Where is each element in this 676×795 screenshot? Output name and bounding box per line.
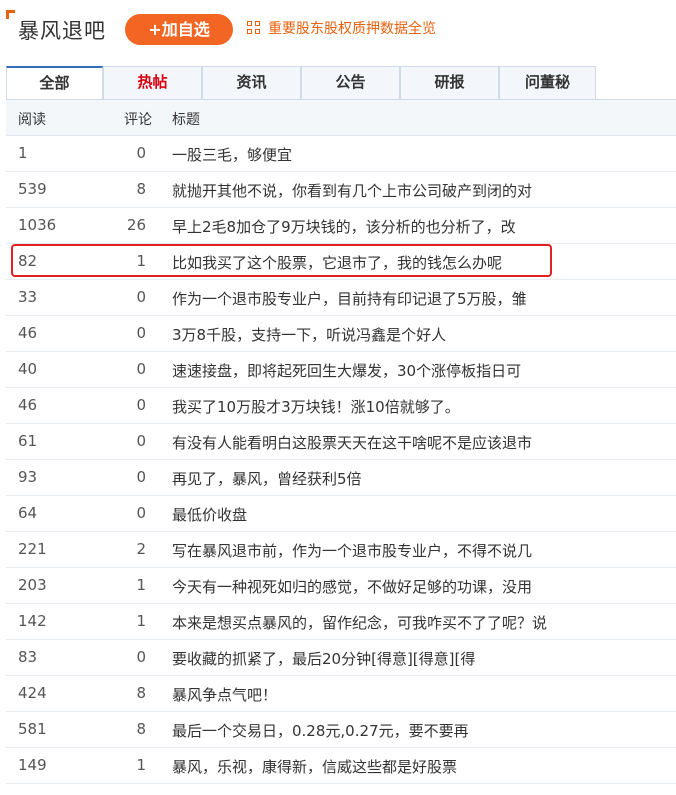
comment-count: 0 [136, 648, 146, 666]
post-title-link[interactable]: 写在暴风退市前，作为一个退市股专业户，不得不说几 [172, 540, 532, 561]
comment-count: 0 [136, 396, 146, 414]
tab-hot[interactable]: 热帖 [103, 66, 202, 100]
post-title-link[interactable]: 今天有一种视死如归的感觉，不做好足够的功课，没用 [172, 576, 532, 597]
post-title-link[interactable]: 最后一个交易日，0.28元,0.27元，要不要再 [172, 720, 469, 741]
tab-news[interactable]: 资讯 [202, 66, 301, 100]
column-comments[interactable]: 评论 [124, 109, 152, 129]
post-title-link[interactable]: 最低价收盘 [172, 504, 247, 525]
post-row[interactable]: 93 0 再见了，暴风，曾经获利5倍 [6, 460, 676, 496]
post-title-link[interactable]: 我买了10万股才3万块钱！涨10倍就够了。 [172, 396, 460, 417]
post-title-link[interactable]: 暴风，乐视，康得新，信威这些都是好股票 [172, 756, 457, 777]
read-count: 93 [18, 468, 38, 486]
read-count: 64 [18, 504, 38, 522]
read-count: 61 [18, 432, 38, 450]
forum-title: 暴风退吧 [18, 19, 106, 43]
post-row[interactable]: 61 0 有没有人能看明白这股票天天在这干啥呢不是应该退市 [6, 424, 676, 460]
read-count: 1036 [18, 216, 57, 234]
read-count: 203 [18, 576, 47, 594]
add-to-watchlist-button[interactable]: +加自选 [125, 14, 233, 45]
post-title-link[interactable]: 有没有人能看明白这股票天天在这干啥呢不是应该退市 [172, 432, 532, 453]
read-count: 40 [18, 360, 38, 378]
comment-count: 26 [126, 216, 146, 234]
post-row[interactable]: 33 0 作为一个退市股专业户，目前持有印记退了5万股，雏 [6, 280, 676, 316]
read-count: 46 [18, 324, 38, 342]
column-title: 标题 [172, 112, 200, 128]
comment-count: 1 [136, 612, 146, 630]
tab-research[interactable]: 研报 [400, 66, 499, 100]
tab-announcements[interactable]: 公告 [301, 66, 400, 100]
corner-accent [6, 10, 15, 19]
post-title-link[interactable]: 一股三毛，够便宜 [172, 144, 292, 165]
post-row[interactable]: 581 8 最后一个交易日，0.28元,0.27元，要不要再 [6, 712, 676, 748]
post-title-link[interactable]: 作为一个退市股专业户，目前持有印记退了5万股，雏 [172, 288, 527, 309]
post-row[interactable]: 149 1 暴风，乐视，康得新，信威这些都是好股票 [6, 748, 676, 784]
post-row[interactable]: 539 8 就抛开其他不说，你看到有几个上市公司破产到闭的对 [6, 172, 676, 208]
comment-count: 1 [136, 252, 146, 270]
post-row[interactable]: 82 1 比如我买了这个股票，它退市了，我的钱怎么办呢 [6, 244, 676, 280]
column-header: 阅读 评论 标题 [6, 100, 676, 136]
post-row[interactable]: 203 1 今天有一种视死如归的感觉，不做好足够的功课，没用 [6, 568, 676, 604]
post-title-link[interactable]: 比如我买了这个股票，它退市了，我的钱怎么办呢 [172, 252, 502, 273]
grid-icon [247, 21, 261, 35]
post-list: 1 0 一股三毛，够便宜 539 8 就抛开其他不说，你看到有几个上市公司破产到闭的对 10… [6, 136, 676, 784]
comment-count: 1 [136, 576, 146, 594]
post-title-link[interactable]: 本来是想买点暴风的，留作纪念，可我咋买不了了呢？说 [172, 612, 547, 633]
read-count: 33 [18, 288, 38, 306]
post-row[interactable]: 1036 26 早上2毛8加仓了9万块钱的，该分析的也分析了，改 [6, 208, 676, 244]
comment-count: 0 [136, 144, 146, 162]
tab-ask-secretary[interactable]: 问董秘 [499, 66, 596, 100]
post-title-link[interactable]: 暴风争点气吧！ [172, 684, 277, 705]
comment-count: 8 [136, 180, 146, 198]
post-title-link[interactable]: 就抛开其他不说，你看到有几个上市公司破产到闭的对 [172, 180, 532, 201]
read-count: 149 [18, 756, 47, 774]
column-reads[interactable]: 阅读 [18, 109, 46, 129]
read-count: 82 [18, 252, 38, 270]
pledge-data-link[interactable]: 重要股东股权质押数据全览 [268, 18, 436, 38]
comment-count: 0 [136, 324, 146, 342]
post-title-link[interactable]: 速速接盘，即将起死回生大爆发，30个涨停板指日可 [172, 360, 521, 381]
read-count: 221 [18, 540, 47, 558]
read-count: 1 [18, 144, 28, 162]
post-row[interactable]: 221 2 写在暴风退市前，作为一个退市股专业户，不得不说几 [6, 532, 676, 568]
comment-count: 1 [136, 756, 146, 774]
tab-all[interactable]: 全部 [6, 66, 103, 101]
read-count: 142 [18, 612, 47, 630]
comment-count: 0 [136, 504, 146, 522]
post-row[interactable]: 46 0 我买了10万股才3万块钱！涨10倍就够了。 [6, 388, 676, 424]
post-title-link[interactable]: 要收藏的抓紧了，最后20分钟[得意][得意][得 [172, 648, 475, 669]
comment-count: 2 [136, 540, 146, 558]
read-count: 83 [18, 648, 38, 666]
read-count: 539 [18, 180, 47, 198]
post-row[interactable]: 46 0 3万8千股，支持一下，听说冯鑫是个好人 [6, 316, 676, 352]
post-title-link[interactable]: 3万8千股，支持一下，听说冯鑫是个好人 [172, 324, 446, 345]
post-title-link[interactable]: 早上2毛8加仓了9万块钱的，该分析的也分析了，改 [172, 216, 516, 237]
post-row[interactable]: 424 8 暴风争点气吧！ [6, 676, 676, 712]
post-row[interactable]: 64 0 最低价收盘 [6, 496, 676, 532]
post-row[interactable]: 40 0 速速接盘，即将起死回生大爆发，30个涨停板指日可 [6, 352, 676, 388]
post-row[interactable]: 142 1 本来是想买点暴风的，留作纪念，可我咋买不了了呢？说 [6, 604, 676, 640]
read-count: 581 [18, 720, 47, 738]
read-count: 46 [18, 396, 38, 414]
comment-count: 8 [136, 720, 146, 738]
post-title-link[interactable]: 再见了，暴风，曾经获利5倍 [172, 468, 362, 489]
read-count: 424 [18, 684, 47, 702]
comment-count: 0 [136, 360, 146, 378]
post-row[interactable]: 1 0 一股三毛，够便宜 [6, 136, 676, 172]
comment-count: 8 [136, 684, 146, 702]
comment-count: 0 [136, 288, 146, 306]
post-row[interactable]: 83 0 要收藏的抓紧了，最后20分钟[得意][得意][得 [6, 640, 676, 676]
comment-count: 0 [136, 432, 146, 450]
comment-count: 0 [136, 468, 146, 486]
forum-header: 暴风退吧 +加自选 重要股东股权质押数据全览 [0, 0, 676, 60]
